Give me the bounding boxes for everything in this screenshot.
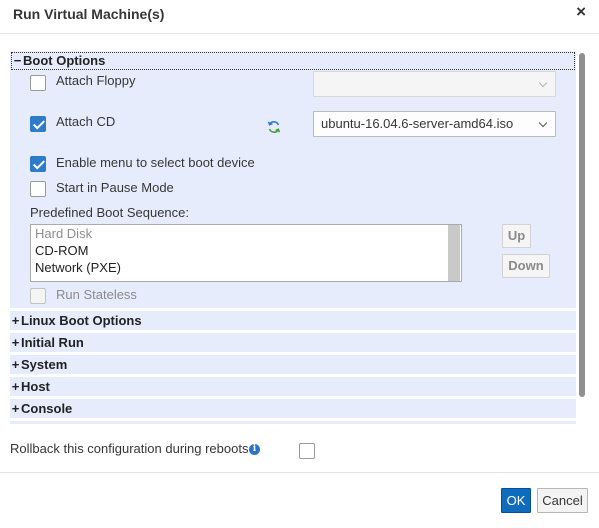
expand-icon: + (11, 401, 20, 416)
section-initial-run-label: Initial Run (21, 335, 84, 350)
panel-scrollbar-thumb[interactable] (579, 53, 585, 397)
cd-image-select-value: ubuntu-16.04.6-server-amd64.iso (321, 116, 514, 131)
chevron-down-icon (538, 78, 548, 88)
divider (10, 418, 576, 421)
ok-button[interactable]: OK (501, 488, 531, 513)
section-linux-boot-options-label: Linux Boot Options (21, 313, 142, 328)
cd-image-select[interactable]: ubuntu-16.04.6-server-amd64.iso (313, 111, 556, 137)
cancel-button[interactable]: Cancel (537, 488, 588, 513)
section-boot-options-label: Boot Options (23, 53, 106, 68)
start-paused-label: Start in Pause Mode (56, 180, 174, 195)
expand-icon: + (11, 379, 20, 394)
section-host[interactable]: + Host (10, 377, 576, 396)
section-console[interactable]: + Console (10, 399, 576, 418)
enable-boot-menu-checkbox[interactable] (30, 156, 46, 172)
expand-icon: + (11, 335, 20, 350)
section-console-label: Console (21, 401, 73, 416)
section-host-label: Host (21, 379, 50, 394)
boot-sequence-list[interactable]: Hard Disk CD-ROM Network (PXE) (30, 224, 462, 282)
rollback-checkbox[interactable] (299, 443, 315, 459)
run-stateless-checkbox[interactable] (30, 288, 46, 304)
close-icon[interactable]: × (576, 3, 586, 21)
move-up-button[interactable]: Up (502, 224, 531, 248)
attach-floppy-checkbox[interactable] (30, 75, 46, 91)
refresh-icon[interactable] (267, 120, 281, 134)
boot-sequence-scrollbar[interactable] (448, 225, 460, 281)
expand-icon: + (11, 313, 20, 328)
run-stateless-label: Run Stateless (56, 287, 137, 302)
section-boot-options[interactable]: − Boot Options (11, 52, 575, 70)
rollback-label: Rollback this configuration during reboo… (10, 441, 249, 456)
list-item[interactable]: Network (PXE) (31, 259, 461, 276)
move-down-button[interactable]: Down (502, 254, 550, 278)
expand-icon: + (11, 357, 20, 372)
enable-boot-menu-label: Enable menu to select boot device (56, 155, 255, 170)
list-item[interactable]: Hard Disk (31, 225, 461, 242)
section-system[interactable]: + System (10, 355, 576, 374)
attach-cd-label: Attach CD (56, 114, 116, 129)
collapse-icon: − (13, 53, 22, 68)
attach-cd-checkbox[interactable] (30, 116, 46, 132)
section-initial-run[interactable]: + Initial Run (10, 333, 576, 352)
boot-sequence-label: Predefined Boot Sequence: (30, 205, 190, 220)
start-paused-checkbox[interactable] (30, 181, 46, 197)
run-options-panel: − Boot Options Attach Floppy Attach CD ub… (10, 51, 588, 424)
section-system-label: System (21, 357, 68, 372)
info-icon[interactable]: i (249, 444, 260, 455)
divider (0, 472, 599, 473)
floppy-select (313, 71, 556, 97)
section-linux-boot-options[interactable]: + Linux Boot Options (10, 311, 576, 330)
dialog-title: Run Virtual Machine(s) (13, 6, 165, 22)
attach-floppy-label: Attach Floppy (56, 73, 136, 88)
list-item[interactable]: CD-ROM (31, 242, 461, 259)
dialog-header: Run Virtual Machine(s) × (0, 0, 599, 34)
chevron-down-icon (538, 118, 548, 128)
